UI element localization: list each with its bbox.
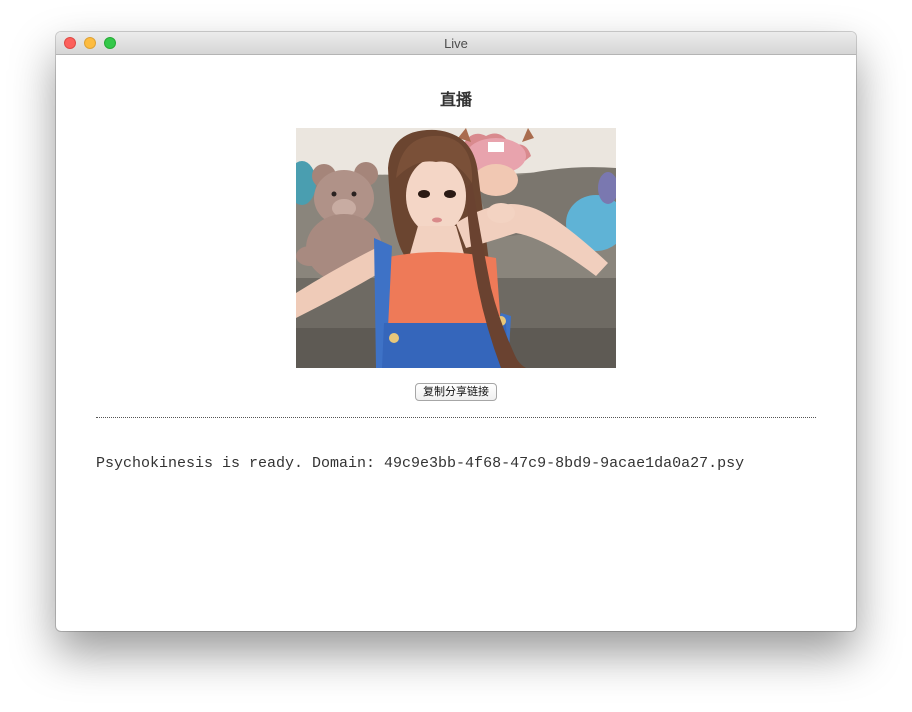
page-heading: 直播	[439, 92, 472, 109]
title-bar[interactable]: Live	[56, 32, 856, 55]
copy-share-link-button[interactable]: 复制分享链接	[415, 383, 497, 401]
live-preview-image	[296, 128, 616, 368]
app-window: Live 直播 复制分享链接 Psychokinesis is ready. D…	[56, 32, 856, 631]
status-message: Psychokinesis is ready. Domain: 49c9e3bb…	[96, 455, 745, 472]
divider	[96, 417, 816, 418]
window-title: Live	[444, 36, 468, 51]
